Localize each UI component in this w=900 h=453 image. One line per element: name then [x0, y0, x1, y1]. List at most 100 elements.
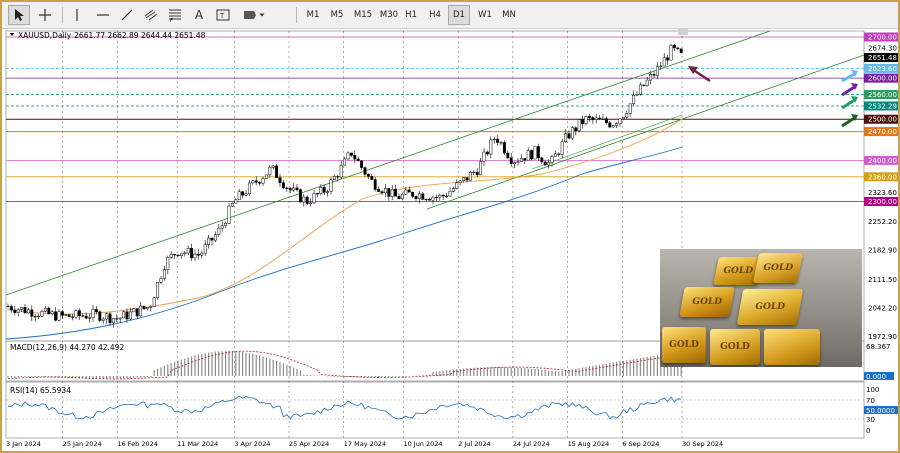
candle-body	[526, 150, 530, 161]
candle-body	[550, 156, 554, 163]
candle-body	[179, 253, 183, 257]
candle-body	[156, 281, 160, 298]
macd-bar	[612, 362, 614, 376]
candle-body	[285, 187, 289, 189]
candle-body	[336, 176, 340, 178]
channel-upper-line	[5, 30, 771, 296]
candle-body	[60, 311, 64, 316]
macd-bar	[534, 369, 536, 376]
timeframe-w1[interactable]: W1	[474, 5, 496, 25]
macd-bar	[602, 364, 604, 376]
candle-body	[105, 313, 109, 320]
fibonacci-icon[interactable]: F	[164, 5, 186, 25]
candle-body	[203, 244, 207, 254]
candle-body	[533, 146, 537, 160]
candle-body	[312, 193, 316, 204]
candle-body	[281, 182, 285, 189]
macd-bar	[272, 359, 274, 376]
rsi-tick-30: 30	[866, 416, 875, 424]
timeframe-h1[interactable]: H1	[400, 5, 422, 25]
macd-bar	[160, 367, 162, 376]
macd-bar	[112, 376, 114, 379]
date-axis: 3 Jan 2024 25 Jan 2024 16 Feb 2024 11 Mar 2…	[6, 440, 723, 448]
candle-body	[509, 157, 513, 164]
level-tag-label: 2300.00	[868, 198, 897, 206]
macd-bar	[201, 353, 203, 376]
candle-body	[190, 247, 194, 259]
crosshair-icon[interactable]	[34, 5, 56, 25]
macd-bar	[347, 376, 349, 378]
candle-body	[536, 146, 540, 159]
candle-body	[655, 66, 659, 76]
macd-bar	[490, 367, 492, 376]
candle-body	[635, 94, 639, 96]
svg-text:F: F	[170, 18, 173, 23]
macd-bar	[565, 370, 567, 376]
macd-bar	[497, 367, 499, 376]
horizontal-line-icon[interactable]	[92, 5, 114, 25]
macd-tick-zero: 0.000	[866, 373, 886, 381]
timeframe-d1[interactable]: D1	[448, 5, 470, 25]
channel-icon[interactable]	[140, 5, 162, 25]
chart-header: XAUUSD,Daily 2661.77 2662.89 2644.44 2651…	[18, 31, 206, 40]
toolbar-separator	[62, 7, 63, 23]
date-tick: 30 Sep 2024	[682, 440, 723, 448]
macd-bar	[197, 354, 199, 376]
macd-bar	[191, 356, 193, 376]
macd-bar	[622, 360, 624, 376]
macd-bar	[289, 366, 291, 376]
macd-bar	[299, 370, 301, 376]
label-icon[interactable]: T	[212, 5, 234, 25]
rsi-line	[7, 395, 682, 420]
date-tick: 25 Jan 2024	[63, 440, 102, 448]
level-arrows	[688, 66, 858, 128]
candle-body	[241, 191, 245, 196]
level-tag-label: 2560.00	[868, 91, 897, 99]
timeframe-m5[interactable]: M5	[326, 5, 348, 25]
macd-bar	[306, 374, 308, 376]
rsi-label: RSI(14) 65.5934	[10, 386, 71, 395]
candle-body	[33, 316, 37, 318]
candle-body	[519, 158, 523, 162]
macd-bar	[38, 376, 40, 378]
candle-body	[292, 187, 296, 191]
candle-body	[428, 199, 432, 201]
candle-body	[407, 189, 411, 193]
candle-body	[581, 119, 585, 124]
candle-body	[247, 182, 251, 195]
channel-inner-line	[531, 114, 683, 170]
candle-body	[387, 188, 391, 197]
price-chart-area[interactable]: XAUUSD,Daily 2661.77 2662.89 2644.44 2651…	[2, 29, 898, 449]
candle-body	[81, 315, 85, 317]
timeframe-m30[interactable]: M30	[376, 5, 402, 25]
shapes-icon[interactable]	[238, 5, 270, 25]
candle-body	[261, 178, 265, 184]
text-icon[interactable]: A	[188, 5, 210, 25]
candle-body	[319, 187, 323, 194]
macd-bar	[571, 369, 573, 376]
macd-bar	[126, 376, 128, 379]
macd-bar	[75, 376, 77, 379]
price-tick: 2252.20	[868, 218, 897, 226]
vertical-line-icon[interactable]	[66, 5, 88, 25]
timeframe-h4[interactable]: H4	[424, 5, 446, 25]
candle-body	[118, 317, 122, 320]
candle-body	[329, 179, 333, 192]
macd-bar	[619, 361, 621, 376]
candle-body	[254, 180, 258, 183]
candle-body	[363, 167, 367, 175]
candle-body	[601, 118, 605, 120]
macd-bar	[248, 353, 250, 376]
gold-bar: GOLD	[679, 287, 735, 317]
candle-body	[523, 158, 527, 161]
trendline-icon[interactable]	[116, 5, 138, 25]
candle-body	[373, 179, 377, 190]
level-tag-label: 2700.00	[868, 34, 897, 42]
cursor-icon[interactable]	[8, 5, 30, 25]
candle-body	[217, 227, 221, 235]
candle-body	[451, 188, 455, 192]
timeframe-mn[interactable]: MN	[498, 5, 520, 25]
candle-body	[530, 150, 534, 160]
timeframe-m1[interactable]: M1	[302, 5, 324, 25]
timeframe-m15[interactable]: M15	[350, 5, 376, 25]
